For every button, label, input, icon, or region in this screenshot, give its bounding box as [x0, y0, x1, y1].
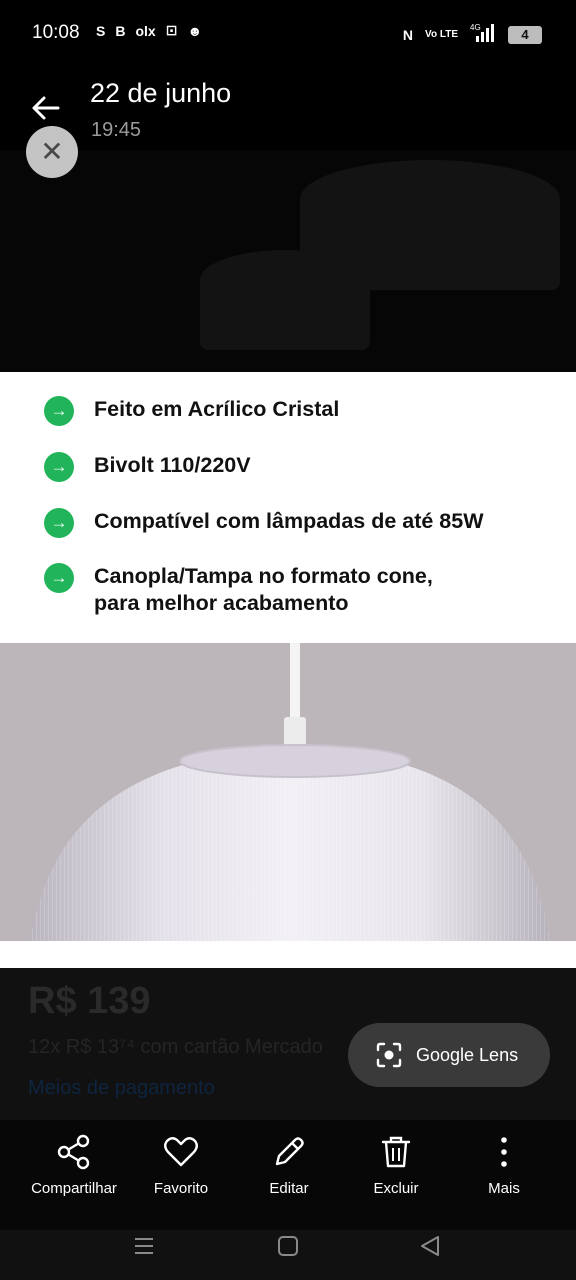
triangle-back-icon	[421, 1236, 439, 1256]
feature-item: → Canopla/Tampa no formato cone, para me…	[44, 563, 433, 617]
notification-s-icon: S	[96, 22, 106, 39]
dimmed-product-image	[0, 150, 576, 372]
signal-icon: 4G	[470, 22, 496, 47]
back-button[interactable]	[26, 88, 66, 128]
pencil-icon	[275, 1137, 304, 1166]
network-type-label: 4G	[470, 23, 481, 32]
feature-item: → Feito em Acrílico Cristal	[44, 396, 339, 426]
arrow-right-icon: →	[44, 508, 74, 538]
features-panel: → Feito em Acrílico Cristal → Bivolt 110…	[0, 372, 576, 644]
google-lens-label: Google Lens	[416, 1044, 519, 1065]
photo-bottom-margin	[0, 941, 576, 968]
delete-label: Excluir	[373, 1180, 419, 1197]
photo-date: 22 de junho	[90, 78, 232, 108]
volte-icon: Vo LTE	[425, 28, 458, 40]
installments-text: 12x R$ 13⁷⁴ com cartão Mercado	[28, 1036, 323, 1058]
recent-apps-button[interactable]	[132, 1234, 172, 1258]
more-vertical-icon	[501, 1137, 507, 1167]
product-photo	[0, 643, 576, 941]
feature-item: → Bivolt 110/220V	[44, 452, 251, 482]
feature-text: Canopla/Tampa no formato cone, para melh…	[94, 564, 433, 615]
notification-face-icon: ☻	[187, 22, 203, 39]
more-label: Mais	[488, 1180, 520, 1197]
close-button[interactable]: ✕	[26, 126, 78, 178]
share-icon	[57, 1134, 90, 1170]
feature-item: → Compatível com lâmpadas de até 85W	[44, 508, 484, 538]
notification-app-icon: ⊡	[165, 22, 178, 38]
delete-button[interactable]: Excluir	[341, 1134, 451, 1197]
google-lens-button[interactable]: Google Lens	[348, 1023, 550, 1087]
lens-icon	[376, 1042, 402, 1068]
favorite-label: Favorito	[153, 1180, 209, 1197]
menu-lines-icon	[135, 1238, 153, 1254]
ghost-lamp-shape	[200, 250, 370, 350]
system-back-button[interactable]	[418, 1234, 458, 1258]
favorite-button[interactable]: Favorito	[126, 1134, 236, 1197]
pendant-lamp-illustration	[30, 643, 550, 941]
share-button[interactable]: Compartilhar	[19, 1134, 129, 1197]
notification-b-icon: B	[115, 22, 126, 39]
edit-label: Editar	[269, 1180, 309, 1197]
nfc-icon: N	[402, 26, 414, 43]
arrow-right-icon: →	[44, 396, 74, 426]
battery-indicator: 4	[508, 25, 542, 44]
edit-button[interactable]: Editar	[234, 1134, 344, 1197]
feature-text: Feito em Acrílico Cristal	[94, 397, 340, 421]
status-time: 10:08	[32, 22, 80, 43]
arrow-right-icon: →	[44, 452, 74, 482]
home-button[interactable]	[276, 1234, 316, 1258]
back-arrow-icon	[32, 96, 60, 120]
square-home-icon	[278, 1236, 298, 1256]
system-icons: N Vo LTE 4G 4	[403, 22, 542, 47]
heart-icon	[164, 1137, 198, 1167]
payment-methods-link: Meios de pagamento	[28, 1077, 215, 1099]
feature-text: Bivolt 110/220V	[94, 453, 251, 477]
notification-icons: S B olx ⊡ ☻	[96, 22, 202, 39]
more-button[interactable]: Mais	[449, 1134, 559, 1197]
arrow-right-icon: →	[44, 563, 74, 593]
product-price: R$ 139	[28, 980, 151, 1022]
feature-text: Compatível com lâmpadas de até 85W	[94, 509, 484, 533]
close-icon: ✕	[40, 136, 64, 167]
photo-time: 19:45	[91, 119, 142, 141]
trash-icon	[381, 1136, 411, 1168]
share-label: Compartilhar	[31, 1180, 117, 1197]
status-bar: 10:08 S B olx ⊡ ☻ N Vo LTE 4G 4	[0, 0, 576, 66]
notification-olx-icon: olx	[135, 22, 156, 39]
